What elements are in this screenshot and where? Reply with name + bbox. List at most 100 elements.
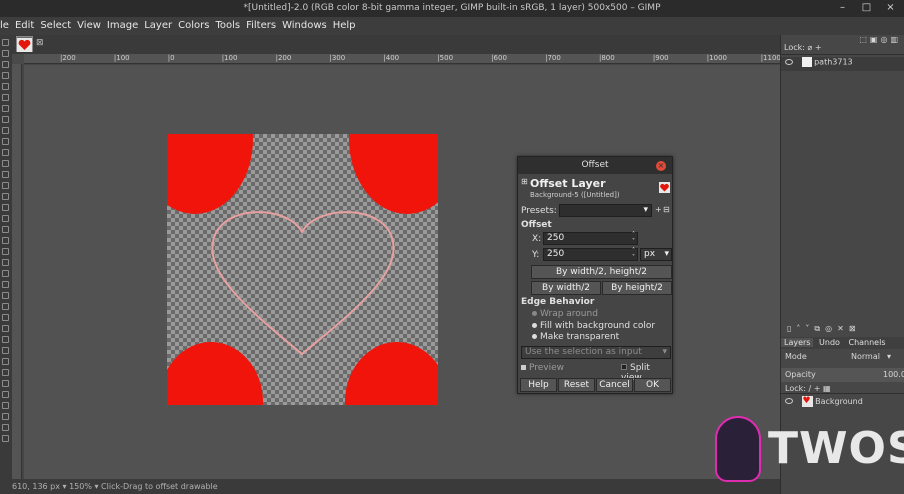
tool-icon[interactable] bbox=[2, 237, 9, 244]
lock-pixels-icon[interactable]: ∕ bbox=[808, 384, 811, 393]
new-path-icon[interactable]: ▯ bbox=[787, 324, 796, 333]
x-offset-input[interactable]: 250 ˄ ˅ bbox=[543, 231, 638, 245]
delete-icon[interactable]: ⊠ bbox=[849, 324, 861, 333]
path-tool-icon[interactable]: ▥ bbox=[890, 35, 901, 44]
to-selection-icon[interactable]: ◎ bbox=[825, 324, 837, 333]
tool-icon[interactable] bbox=[2, 369, 9, 376]
tool-icon[interactable] bbox=[2, 380, 9, 387]
close-button[interactable]: × bbox=[885, 3, 896, 14]
path-tool-icon[interactable]: ◎ bbox=[880, 35, 890, 44]
tool-icon[interactable] bbox=[2, 193, 9, 200]
tool-icon[interactable] bbox=[2, 204, 9, 211]
tool-icon[interactable] bbox=[2, 83, 9, 90]
tool-icon[interactable] bbox=[2, 138, 9, 145]
menu-file[interactable]: le bbox=[0, 17, 12, 35]
preview-checkbox[interactable]: Preview bbox=[521, 363, 564, 373]
by-half-width-button[interactable]: By width/2 bbox=[531, 281, 601, 295]
menu-help[interactable]: Help bbox=[330, 17, 359, 35]
chevron-down-icon[interactable]: ▾ bbox=[887, 352, 891, 361]
mode-select[interactable]: Normal bbox=[851, 352, 880, 361]
lock-position-icon[interactable]: + bbox=[815, 43, 822, 52]
eye-icon[interactable] bbox=[785, 58, 793, 65]
tool-icon[interactable] bbox=[2, 413, 9, 420]
tab-channels[interactable]: Channels bbox=[845, 338, 888, 347]
tool-icon[interactable] bbox=[2, 116, 9, 123]
lock-position-icon[interactable]: + bbox=[814, 384, 821, 393]
close-tab-icon[interactable]: ⊠ bbox=[36, 38, 44, 48]
help-button[interactable]: Help bbox=[520, 378, 557, 392]
menu-windows[interactable]: Windows bbox=[279, 17, 330, 35]
menu-filters[interactable]: Filters bbox=[243, 17, 279, 35]
tool-icon[interactable] bbox=[2, 248, 9, 255]
tool-icon[interactable] bbox=[2, 94, 9, 101]
path-tool-icon[interactable]: ⬚ bbox=[859, 35, 870, 44]
tool-icon[interactable] bbox=[2, 50, 9, 57]
spin-arrows-icon[interactable]: ˄ ˅ bbox=[632, 247, 635, 261]
image-tab-thumbnail[interactable] bbox=[16, 36, 33, 52]
tool-icon[interactable] bbox=[2, 281, 9, 288]
tool-icon[interactable] bbox=[2, 149, 9, 156]
tab-undo[interactable]: Undo bbox=[816, 338, 843, 347]
close-icon[interactable]: × bbox=[656, 161, 666, 171]
tool-icon[interactable] bbox=[2, 72, 9, 79]
tool-icon[interactable] bbox=[2, 292, 9, 299]
lock-alpha-icon[interactable]: ▦ bbox=[823, 384, 831, 393]
tool-icon[interactable] bbox=[2, 171, 9, 178]
tool-icon[interactable] bbox=[2, 160, 9, 167]
tool-icon[interactable] bbox=[2, 314, 9, 321]
fill-bg-radio[interactable]: Fill with background color bbox=[532, 321, 655, 331]
menu-tools[interactable]: Tools bbox=[212, 17, 243, 35]
tool-icon[interactable] bbox=[2, 39, 9, 46]
tool-icon[interactable] bbox=[2, 424, 9, 431]
minimize-button[interactable]: – bbox=[837, 3, 848, 14]
by-half-height-button[interactable]: By height/2 bbox=[602, 281, 672, 295]
tool-icon[interactable] bbox=[2, 226, 9, 233]
tool-icon[interactable] bbox=[2, 347, 9, 354]
tool-icon[interactable] bbox=[2, 358, 9, 365]
presets-combo[interactable]: ▾ bbox=[559, 204, 652, 217]
duplicate-icon[interactable]: ⧉ bbox=[814, 324, 825, 333]
maximize-button[interactable]: □ bbox=[861, 3, 872, 14]
opacity-row[interactable]: Opacity 100.0 bbox=[781, 368, 904, 382]
tab-layers[interactable]: Layers bbox=[781, 338, 814, 347]
menu-image[interactable]: Image bbox=[104, 17, 141, 35]
lock-pixels-icon[interactable]: ⌀ bbox=[807, 43, 812, 52]
tool-icon[interactable] bbox=[2, 127, 9, 134]
tool-icon[interactable] bbox=[2, 303, 9, 310]
reset-button[interactable]: Reset bbox=[558, 378, 595, 392]
spin-arrows-icon[interactable]: ˄ ˅ bbox=[632, 231, 635, 245]
eye-icon[interactable] bbox=[785, 398, 793, 404]
tool-icon[interactable] bbox=[2, 215, 9, 222]
tool-icon[interactable] bbox=[2, 105, 9, 112]
path-tool-icon[interactable]: ▣ bbox=[870, 35, 881, 44]
stroke-icon[interactable]: ✕ bbox=[837, 324, 849, 333]
tool-icon[interactable] bbox=[2, 61, 9, 68]
tool-icon[interactable] bbox=[2, 270, 9, 277]
tool-icon[interactable] bbox=[2, 391, 9, 398]
tool-icon[interactable] bbox=[2, 435, 9, 442]
layer-row[interactable]: Background bbox=[781, 395, 904, 408]
add-preset-icon[interactable]: + bbox=[655, 205, 662, 214]
cancel-button[interactable]: Cancel bbox=[596, 378, 633, 392]
path-row[interactable]: path3713 bbox=[781, 57, 904, 71]
opacity-value[interactable]: 100.0 bbox=[883, 368, 904, 382]
selection-input-combo[interactable]: Use the selection as input ▾ bbox=[521, 346, 671, 359]
preset-menu-icon[interactable]: ⊟ bbox=[663, 205, 670, 214]
unit-select[interactable]: px ▾ bbox=[640, 248, 672, 261]
tool-icon[interactable] bbox=[2, 336, 9, 343]
y-offset-input[interactable]: 250 ˄ ˅ bbox=[543, 247, 638, 261]
by-half-both-button[interactable]: By width/2, height/2 bbox=[531, 265, 672, 279]
tool-icon[interactable] bbox=[2, 325, 9, 332]
menu-colors[interactable]: Colors bbox=[175, 17, 212, 35]
menu-layer[interactable]: Layer bbox=[141, 17, 175, 35]
menu-view[interactable]: View bbox=[74, 17, 104, 35]
image-canvas[interactable] bbox=[167, 134, 438, 405]
menu-select[interactable]: Select bbox=[37, 17, 74, 35]
menu-edit[interactable]: Edit bbox=[12, 17, 37, 35]
wrap-around-radio[interactable]: Wrap around bbox=[532, 309, 598, 319]
make-transparent-radio[interactable]: Make transparent bbox=[532, 332, 619, 342]
tool-icon[interactable] bbox=[2, 259, 9, 266]
tool-icon[interactable] bbox=[2, 402, 9, 409]
ok-button[interactable]: OK bbox=[634, 378, 671, 392]
tool-icon[interactable] bbox=[2, 182, 9, 189]
